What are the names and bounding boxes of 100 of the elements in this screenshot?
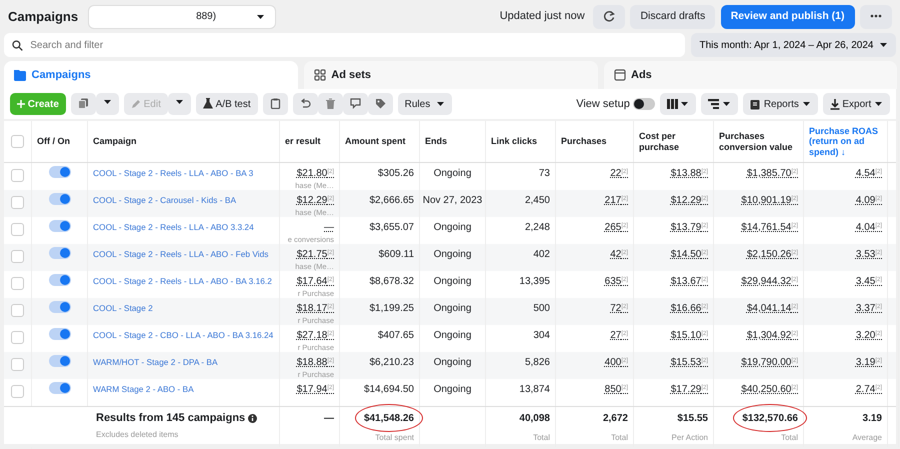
clipboard-button[interactable] — [262, 93, 288, 115]
ab-test-button[interactable]: A/B test — [196, 93, 258, 115]
more-button[interactable] — [860, 4, 892, 28]
toggle-switch[interactable] — [48, 192, 70, 205]
columns-dropdown[interactable] — [660, 93, 696, 115]
row-checkbox[interactable] — [11, 358, 24, 371]
campaign-link[interactable]: COOL - Stage 2 - Reels - LLA - ABO - Feb Vids — [93, 249, 268, 260]
table-cell-text: 3.37$^{[2]}$ — [854, 302, 882, 316]
search-bar[interactable]: Search and filter — [4, 33, 686, 57]
column-header[interactable]: Off / On — [32, 121, 88, 162]
table-cell-text: 5,826 — [524, 356, 550, 370]
caret-icon — [722, 100, 732, 108]
select-all-checkbox[interactable] — [11, 135, 24, 148]
row-checkbox[interactable] — [11, 223, 24, 236]
campaign-link[interactable]: COOL - Stage 2 - CBO - LLA - ABO - BA 3.16.24 — [93, 330, 274, 341]
table-cell-text: Ongoing — [432, 275, 472, 289]
table-cell-text: $12.29$^{[2]}$ — [670, 194, 708, 208]
campaign-link[interactable]: COOL - Stage 2 - Reels - LLA - ABO 3.3.24 — [93, 222, 254, 233]
total-value: 3.19 — [862, 412, 882, 426]
column-header[interactable]: Purchases — [556, 121, 634, 162]
footer-note: Excludes deleted items — [96, 429, 180, 442]
campaign-link[interactable]: WARM Stage 2 - ABO - BA — [93, 384, 194, 395]
trash-icon — [324, 98, 336, 110]
caret-icon — [680, 100, 690, 108]
column-header[interactable]: Link clicks — [486, 121, 556, 162]
toggle-switch[interactable] — [48, 166, 70, 178]
toggle-switch[interactable] — [48, 382, 70, 394]
table-cell-text: 3.20$^{[2]}$ — [854, 329, 882, 343]
table-cell-text: Ongoing — [432, 383, 472, 397]
total-value: $15.55 — [677, 412, 708, 426]
row-checkbox[interactable] — [11, 304, 24, 317]
duplicate-button[interactable] — [70, 93, 96, 115]
table-cell-text: Nov 27, 2023 — [422, 194, 484, 208]
total-value: 40,098 — [519, 412, 550, 426]
row-checkbox[interactable] — [11, 385, 24, 398]
reports-dropdown[interactable]: Reports — [743, 93, 818, 115]
total-value: 2,672 — [602, 412, 628, 426]
total-value: $132,570.66 — [742, 411, 798, 426]
table-cell-text: $10,901.19$^{[2]}$ — [740, 194, 798, 208]
table-cell-text: $14.50$^{[2]}$ — [670, 248, 708, 262]
publish-button[interactable]: Review and publish (1) — [720, 4, 854, 28]
table-cell-text: 400$^{[2]}$ — [604, 356, 628, 370]
table-cell-text: 4.09$^{[2]}$ — [854, 194, 882, 208]
toggle-switch[interactable] — [48, 246, 70, 259]
table-cell-text: $16.66$^{[2]}$ — [670, 302, 708, 316]
dropdown-button[interactable] — [168, 93, 191, 115]
campaign-link[interactable]: COOL - Stage 2 - Reels - LLA - ABO - BA 3.16.2 — [93, 276, 272, 287]
campaign-link[interactable]: WARM/HOT - Stage 2 - DPA - BA — [93, 357, 218, 368]
toggle-switch[interactable] — [48, 354, 70, 367]
refresh-button[interactable] — [592, 4, 625, 28]
column-header[interactable]: Ends — [420, 121, 486, 162]
view-setup-label: View setup — [576, 96, 630, 112]
discard-button[interactable]: Discard drafts — [630, 4, 716, 28]
table-cell-text: $14,761.54$^{[2]}$ — [740, 221, 798, 235]
row-checkbox[interactable] — [11, 277, 24, 290]
tab[interactable]: Ad sets — [304, 61, 598, 89]
table-cell-text: 73 — [538, 167, 550, 181]
table-cell-text: 42$^{[2]}$ — [609, 248, 628, 262]
table-cell-text: — — [323, 221, 334, 235]
campaign-link[interactable]: COOL - Stage 2 - Reels - LLA - ABO - BA 3 — [93, 168, 254, 179]
column-header[interactable]: er result — [280, 121, 340, 162]
row-checkbox[interactable] — [11, 196, 24, 209]
undo-button[interactable] — [292, 93, 318, 115]
tab[interactable]: Campaigns — [4, 61, 298, 89]
table-cell-text: $18.88$^{[2]}$ — [296, 356, 334, 370]
export-dropdown[interactable]: Export — [822, 93, 890, 115]
toggle-switch[interactable] — [48, 300, 70, 313]
table-cell-text: 4.04$^{[2]}$ — [854, 221, 882, 235]
row-checkbox[interactable] — [11, 250, 24, 263]
campaign-link[interactable]: COOL - Stage 2 — [93, 303, 153, 314]
total-value: — — [324, 412, 334, 426]
search-field[interactable]: Search and filter — [28, 36, 678, 54]
toggle-switch[interactable] — [48, 220, 70, 232]
account-dropdown[interactable]: 889) — [88, 4, 276, 28]
date-range-dropdown[interactable]: This month: Apr 1, 2024 – Apr 26, 2024 — [691, 33, 896, 57]
table-cell-text: 217$^{[2]}$ — [604, 194, 628, 208]
dropdown-button[interactable] — [96, 93, 119, 115]
view-setup-toggle[interactable] — [632, 98, 655, 110]
toggle-switch[interactable] — [48, 328, 70, 340]
column-header[interactable]: Amount spent — [340, 121, 420, 162]
campaign-link[interactable]: COOL - Stage 2 - Carousel - Kids - BA — [93, 195, 236, 206]
breakdown-dropdown[interactable] — [701, 93, 738, 115]
tab[interactable]: Ads — [604, 61, 898, 89]
row-checkbox[interactable] — [11, 169, 24, 182]
rules-dropdown[interactable]: Rules — [398, 93, 452, 115]
tag-button[interactable] — [368, 93, 393, 115]
column-header[interactable]: Purchase ROAS (return on ad spend) ↓ — [804, 121, 888, 162]
table-cell-text: $40,250.60$^{[2]}$ — [740, 383, 798, 397]
table-cell-text: $17.94$^{[2]}$ — [296, 383, 334, 397]
toggle-switch[interactable] — [48, 274, 70, 286]
report-icon — [750, 98, 762, 110]
column-header[interactable]: Purchases conversion value — [714, 121, 804, 162]
table-cell-text: 4.54$^{[2]}$ — [854, 167, 882, 181]
column-header[interactable]: Campaign — [88, 121, 280, 162]
row-checkbox[interactable] — [11, 331, 24, 344]
column-header[interactable]: Cost per purchase — [634, 121, 714, 162]
speech-bubble-icon — [350, 98, 361, 110]
table-cell-text: $12.29$^{[2]}$ — [296, 194, 334, 208]
table-cell-text: $609.11 — [378, 248, 414, 262]
grid-icon — [314, 69, 326, 81]
